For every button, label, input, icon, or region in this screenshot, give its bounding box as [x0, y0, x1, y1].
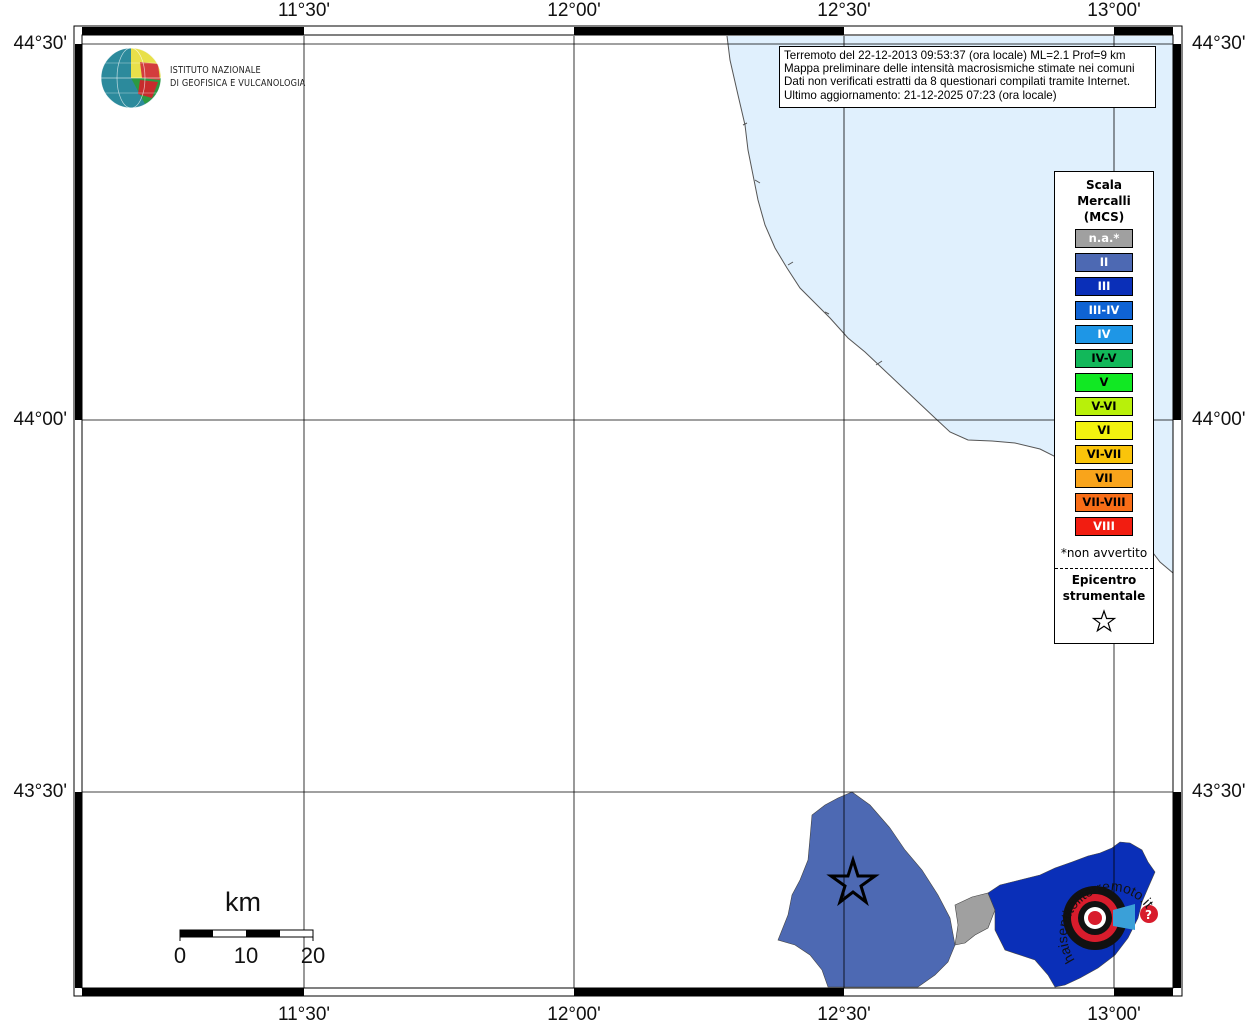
lon-label-top: 12°00'	[547, 0, 601, 21]
scalebar-label: 20	[300, 943, 326, 968]
legend-item: VII	[1075, 469, 1133, 488]
lon-label-bottom: 13°00'	[1087, 1004, 1141, 1025]
haisentito-watermark-icon: ? haisentitoilterremoto.it	[1055, 878, 1158, 967]
legend-item: III	[1075, 277, 1133, 296]
legend-item: V	[1075, 373, 1133, 392]
scalebar-label: 0	[173, 943, 187, 968]
legend-title-line: (MCS)	[1083, 210, 1125, 224]
legend-item: III-IV	[1075, 301, 1133, 320]
lon-label-bottom: 12°30'	[817, 1004, 871, 1025]
legend-item: VII-VIII	[1075, 493, 1133, 512]
lat-label-right: 44°00'	[1192, 409, 1246, 430]
logo-line-1: ISTITUTO NAZIONALE	[170, 65, 261, 76]
legend-item: IV	[1075, 325, 1133, 344]
intensity-legend: Scala Mercalli (MCS) n.a.* II III III-IV IV I…	[1054, 171, 1154, 644]
lon-label-top: 11°30'	[277, 0, 331, 21]
event-info-line: Terremoto del 22-12-2013 09:53:37 (ora l…	[784, 49, 1126, 62]
legend-item: VI	[1075, 421, 1133, 440]
legend-epicenter-line: strumentale	[1062, 589, 1146, 603]
lon-label-top: 13°00'	[1087, 0, 1141, 21]
lat-label-left: 44°00'	[13, 409, 68, 430]
svg-text:?: ?	[1145, 908, 1152, 922]
ingv-logo-text: ISTITUTO NAZIONALE DI GEOFISICA E VULCAN…	[170, 64, 305, 90]
legend-title-line: Mercalli	[1077, 194, 1131, 208]
event-info-line: Dati non verificati estratti da 8 questi…	[784, 75, 1131, 89]
event-info-box: Terremoto del 22-12-2013 09:53:37 (ora l…	[779, 46, 1156, 108]
lat-label-left: 43°30'	[13, 781, 68, 802]
legend-star-icon	[1091, 609, 1117, 633]
event-info-line: Mappa preliminare delle intensità macros…	[784, 62, 1135, 76]
ingv-logo-icon	[100, 47, 162, 109]
event-info-line: Ultimo aggiornamento: 21-12-2025 07:23 (…	[784, 88, 1057, 102]
legend-epicenter-line: Epicentro	[1071, 573, 1137, 587]
lat-label-right: 43°30'	[1192, 781, 1246, 802]
legend-title: Scala Mercalli (MCS)	[1055, 177, 1153, 225]
logo-line-2: DI GEOFISICA E VULCANOLOGIA	[170, 78, 306, 89]
legend-epicenter-label: Epicentro strumentale	[1055, 572, 1153, 604]
legend-item: VI-VII	[1075, 445, 1133, 464]
legend-item: II	[1075, 253, 1133, 272]
legend-title-line: Scala	[1085, 178, 1123, 192]
scale-bar	[179, 929, 314, 941]
scalebar-unit: km	[225, 887, 261, 917]
lon-label-top: 12°30'	[817, 0, 871, 21]
municipality-na[interactable]	[954, 892, 996, 946]
legend-item: VIII	[1075, 517, 1133, 536]
lat-label-right: 44°30'	[1192, 33, 1246, 54]
lat-label-left: 44°30'	[13, 33, 68, 54]
lon-label-bottom: 12°00'	[547, 1004, 601, 1025]
legend-item: V-VI	[1075, 397, 1133, 416]
legend-note: *non avvertito	[1060, 546, 1148, 560]
legend-item: n.a.*	[1075, 229, 1133, 248]
legend-divider	[1055, 568, 1153, 569]
lon-label-bottom: 11°30'	[277, 1004, 331, 1025]
scalebar-label: 10	[233, 943, 259, 968]
municipality-intensity-ii[interactable]	[777, 791, 956, 988]
legend-item: IV-V	[1075, 349, 1133, 368]
